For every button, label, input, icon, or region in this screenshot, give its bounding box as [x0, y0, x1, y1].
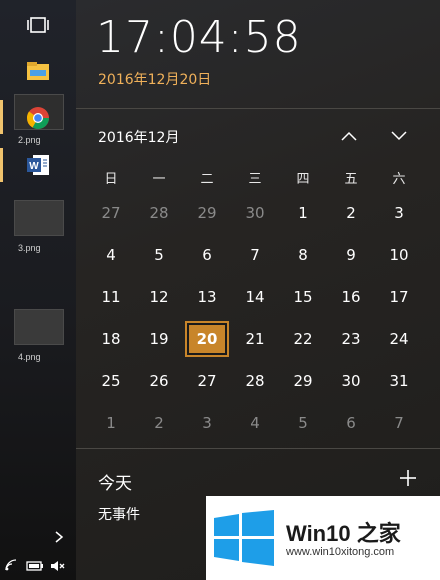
watermark-url: www.win10xitong.com: [286, 546, 395, 558]
calendar-day[interactable]: 15: [281, 279, 325, 315]
calendar-day[interactable]: 11: [89, 279, 133, 315]
next-month-button[interactable]: [384, 122, 414, 150]
volume-mute-icon[interactable]: [50, 559, 66, 573]
month-label[interactable]: 2016年12月: [98, 127, 179, 147]
thumbnail-3[interactable]: [14, 200, 64, 236]
calendar-day[interactable]: 9: [329, 237, 373, 273]
calendar-day[interactable]: 21: [233, 321, 277, 357]
taskbar: 2.png W 3.png 4.png: [0, 0, 76, 580]
thumbnail-4[interactable]: [14, 309, 64, 345]
calendar-day[interactable]: 26: [137, 363, 181, 399]
calendar-day[interactable]: 12: [137, 279, 181, 315]
calendar-day[interactable]: 29: [185, 195, 229, 231]
calendar-day[interactable]: 3: [377, 195, 421, 231]
calendar-day[interactable]: 5: [281, 405, 325, 441]
calendar-day[interactable]: 1: [89, 405, 133, 441]
calendar-day[interactable]: 1: [281, 195, 325, 231]
thumbnail-label: 3.png: [18, 243, 41, 253]
active-indicator: [0, 100, 3, 134]
weekday-label: 五: [344, 172, 358, 187]
prev-month-button[interactable]: [334, 122, 364, 150]
chevron-right-icon[interactable]: [52, 530, 66, 544]
calendar-day[interactable]: 2: [137, 405, 181, 441]
active-indicator: [0, 148, 3, 182]
calendar-day[interactable]: 8: [281, 237, 325, 273]
system-tray: [0, 550, 76, 580]
weekday-label: 四: [296, 172, 310, 187]
clock-time: 17:04:58: [96, 12, 302, 63]
calendar-flyout: 17:04:58 2016年12月20日 2016年12月 日一二三四五六 27…: [76, 0, 440, 580]
calendar-day[interactable]: 23: [329, 321, 373, 357]
calendar-day[interactable]: 13: [185, 279, 229, 315]
file-explorer-icon[interactable]: [25, 58, 51, 84]
thumbnail-label: 4.png: [18, 352, 41, 362]
chevron-up-icon: [341, 131, 357, 141]
word-icon[interactable]: W: [25, 152, 51, 178]
calendar-day[interactable]: 28: [137, 195, 181, 231]
weekday-label: 六: [392, 172, 406, 187]
calendar-day[interactable]: 30: [233, 195, 277, 231]
divider: [76, 108, 440, 109]
divider: [76, 448, 440, 449]
no-events-text: 无事件: [98, 507, 140, 523]
agenda-title: 今天: [98, 474, 132, 494]
calendar-day[interactable]: 30: [329, 363, 373, 399]
calendar-day[interactable]: 10: [377, 237, 421, 273]
task-view-icon[interactable]: [25, 12, 51, 38]
calendar-day[interactable]: 4: [89, 237, 133, 273]
calendar-day[interactable]: 4: [233, 405, 277, 441]
calendar-day[interactable]: 5: [137, 237, 181, 273]
calendar-day[interactable]: 7: [377, 405, 421, 441]
calendar-day[interactable]: 27: [185, 363, 229, 399]
calendar-day[interactable]: 6: [329, 405, 373, 441]
windows-logo-icon: [214, 510, 274, 566]
watermark-brand: Win10 之家: [286, 521, 401, 546]
calendar-day[interactable]: 19: [137, 321, 181, 357]
calendar-day[interactable]: 2: [329, 195, 373, 231]
calendar-day[interactable]: 6: [185, 237, 229, 273]
calendar-day[interactable]: 22: [281, 321, 325, 357]
calendar-day[interactable]: 29: [281, 363, 325, 399]
calendar-day[interactable]: 24: [377, 321, 421, 357]
clock-date-link[interactable]: 2016年12月20日: [98, 69, 211, 89]
calendar-day[interactable]: 14: [233, 279, 277, 315]
calendar-day[interactable]: 27: [89, 195, 133, 231]
weekday-label: 三: [248, 172, 262, 187]
wifi-icon[interactable]: [4, 558, 20, 572]
thumbnail-label: 2.png: [18, 135, 41, 145]
add-event-icon[interactable]: [396, 466, 420, 490]
chevron-down-icon: [391, 131, 407, 141]
calendar-day[interactable]: 28: [233, 363, 277, 399]
weekday-label: 二: [200, 172, 214, 187]
calendar-day[interactable]: 16: [329, 279, 373, 315]
calendar-day[interactable]: 31: [377, 363, 421, 399]
calendar-day[interactable]: 17: [377, 279, 421, 315]
svg-text:W: W: [29, 161, 39, 172]
calendar-day[interactable]: 3: [185, 405, 229, 441]
watermark: Win10 之家 www.win10xitong.com: [206, 496, 440, 580]
calendar-day-selected[interactable]: 20: [185, 321, 229, 357]
calendar-day[interactable]: 18: [89, 321, 133, 357]
battery-icon[interactable]: [26, 560, 44, 572]
calendar-day[interactable]: 25: [89, 363, 133, 399]
weekday-label: 一: [152, 172, 166, 187]
chrome-icon[interactable]: [25, 105, 51, 131]
weekday-label: 日: [104, 172, 118, 187]
calendar-day[interactable]: 7: [233, 237, 277, 273]
